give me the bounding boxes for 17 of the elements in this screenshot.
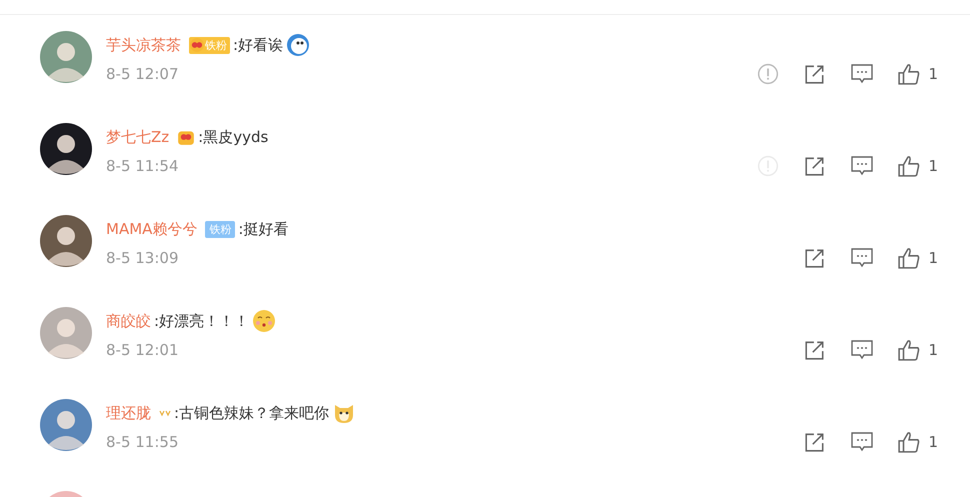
comment-text: :好漂亮！！！ — [154, 312, 250, 330]
like-button[interactable]: 1 — [898, 63, 938, 85]
fan-badge: 铁粉 — [189, 36, 230, 54]
like-button[interactable]: 1 — [898, 247, 938, 269]
comment-text: :黑皮yyds — [198, 128, 268, 146]
comment-text: :挺好看 — [238, 220, 288, 238]
like-button[interactable]: 1 — [898, 339, 938, 361]
comment-text: :古铜色辣妹？拿来吧你 — [174, 404, 330, 422]
fan-badge: 铁粉 — [205, 220, 236, 238]
comment-time: 8-5 12:01 — [106, 341, 178, 359]
comment-text: :好看诶 — [233, 36, 284, 54]
comment-time: 8-5 13:09 — [106, 249, 178, 267]
comment-time: 8-5 11:55 — [106, 433, 178, 451]
comment-time: 8-5 11:54 — [106, 157, 178, 175]
like-button[interactable]: 1 — [898, 155, 938, 177]
like-button[interactable]: 1 — [898, 431, 938, 453]
comment-time: 8-5 12:07 — [106, 65, 178, 83]
